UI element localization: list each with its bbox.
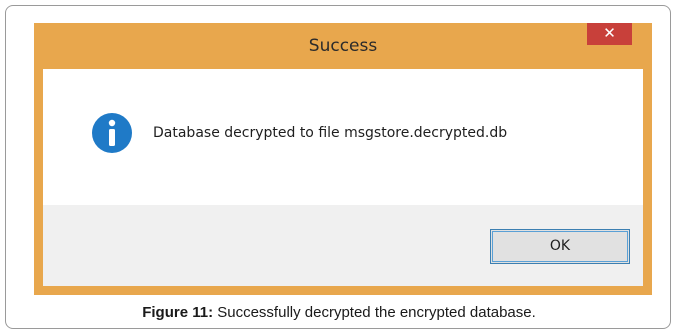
caption-label: Figure 11: xyxy=(142,304,214,321)
dialog-titlebar[interactable]: Success ✕ xyxy=(34,23,652,69)
dialog-message: Database decrypted to file msgstore.decr… xyxy=(153,125,508,141)
dialog-content: Database decrypted to file msgstore.decr… xyxy=(43,69,643,205)
success-dialog: Success ✕ Database decrypted to file msg… xyxy=(34,23,652,295)
info-icon xyxy=(92,113,132,153)
ok-button-label: OK xyxy=(549,238,571,254)
caption-text: Successfully decrypted the encrypted dat… xyxy=(213,304,536,321)
figure-caption: Figure 11: Successfully decrypted the en… xyxy=(0,303,678,323)
close-button[interactable]: ✕ xyxy=(587,23,632,45)
close-icon: ✕ xyxy=(603,24,616,42)
dialog-footer: OK xyxy=(43,205,643,286)
dialog-title: Success xyxy=(308,36,378,56)
ok-button[interactable]: OK xyxy=(490,229,630,264)
